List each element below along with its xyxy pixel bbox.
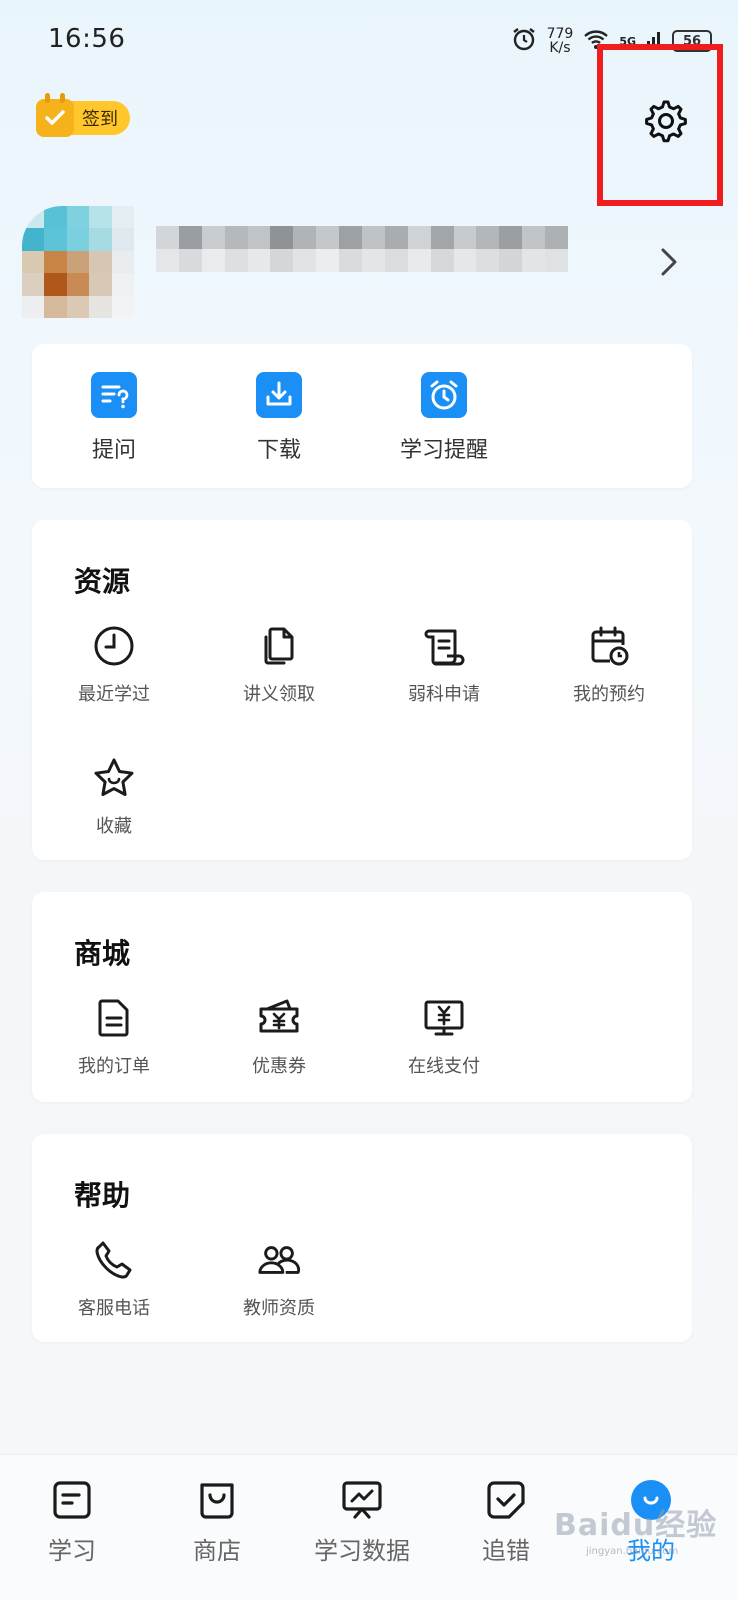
mall-card: 商城 我的订单 优惠券 在线支付 [32, 892, 692, 1102]
calendar-clock-icon [587, 624, 631, 668]
avatar [22, 206, 134, 318]
alarm-icon [511, 26, 537, 56]
nav-study[interactable]: 学习 [7, 1477, 137, 1566]
watermark-url: jingyan.baidu.com [586, 1546, 679, 1557]
nav-study-data[interactable]: 学习数据 [297, 1477, 427, 1566]
my-orders-label: 我的订单 [78, 1056, 150, 1077]
speed-unit: K/s [549, 40, 571, 56]
service-phone-button[interactable]: 客服电话 [49, 1238, 179, 1320]
handouts-label: 讲义领取 [243, 684, 315, 705]
help-title: 帮助 [74, 1179, 131, 1212]
nav-track-mistakes-label: 追错 [482, 1537, 530, 1565]
teacher-qualification-button[interactable]: 教师资质 [214, 1238, 344, 1320]
quick-actions-card: 提问 下载 学习提醒 [32, 344, 692, 488]
calendar-check-icon [36, 93, 74, 137]
recent-studied-button[interactable]: 最近学过 [49, 624, 179, 706]
order-icon [92, 996, 136, 1040]
nav-shop-label: 商店 [193, 1537, 241, 1565]
teacher-qualification-label: 教师资质 [243, 1298, 315, 1319]
question-icon [91, 372, 137, 418]
my-orders-button[interactable]: 我的订单 [49, 996, 179, 1078]
resources-card: 资源 最近学过 讲义领取 弱科申请 我的预约 收藏 [32, 520, 692, 860]
my-appointment-label: 我的预约 [573, 684, 645, 705]
clock-icon [92, 624, 136, 668]
chevron-right-icon[interactable] [654, 246, 682, 278]
network-speed: 779 K/s [547, 27, 574, 55]
documents-icon [257, 624, 301, 668]
weak-subject-label: 弱科申请 [408, 684, 480, 705]
battery-indicator: 56 [672, 30, 712, 52]
study-icon [49, 1477, 95, 1523]
teachers-icon [257, 1238, 301, 1282]
download-label: 下载 [256, 438, 301, 463]
status-icons: 779 K/s 5G 56 [511, 26, 712, 56]
coupons-label: 优惠券 [252, 1056, 306, 1077]
status-bar: 16:56 779 K/s 5G 56 [0, 0, 738, 86]
profile-row[interactable] [22, 200, 712, 320]
data-chart-icon [339, 1477, 385, 1523]
shop-bag-icon [194, 1477, 240, 1523]
online-payment-icon [422, 996, 466, 1040]
watermark: Baidu经验 [554, 1508, 718, 1543]
username-redacted [156, 226, 568, 272]
online-payment-button[interactable]: 在线支付 [379, 996, 509, 1078]
question-button[interactable]: 提问 [49, 372, 179, 464]
recent-studied-label: 最近学过 [78, 684, 150, 705]
wifi-icon [583, 28, 609, 54]
favorites-label: 收藏 [96, 816, 132, 837]
download-button[interactable]: 下载 [214, 372, 344, 464]
gear-icon [642, 96, 690, 148]
resources-title: 资源 [74, 565, 131, 598]
favorites-button[interactable]: 收藏 [49, 756, 179, 838]
weak-subject-button[interactable]: 弱科申请 [379, 624, 509, 706]
nav-track-mistakes[interactable]: 追错 [441, 1477, 571, 1566]
my-appointment-button[interactable]: 我的预约 [544, 624, 674, 706]
download-icon [256, 372, 302, 418]
check-mistakes-icon [483, 1477, 529, 1523]
coupon-icon [257, 996, 301, 1040]
settings-button[interactable] [636, 94, 696, 150]
alarm-clock-icon [421, 372, 467, 418]
scroll-icon [422, 624, 466, 668]
service-phone-label: 客服电话 [78, 1298, 150, 1319]
star-icon [92, 756, 136, 800]
nav-shop[interactable]: 商店 [152, 1477, 282, 1566]
mall-title: 商城 [74, 937, 131, 970]
study-reminder-button[interactable]: 学习提醒 [379, 372, 509, 464]
online-payment-label: 在线支付 [408, 1056, 480, 1077]
status-time: 16:56 [48, 24, 126, 54]
handouts-button[interactable]: 讲义领取 [214, 624, 344, 706]
signal-icon [646, 29, 662, 53]
phone-icon [92, 1238, 136, 1282]
signin-button[interactable]: 签到 [36, 93, 130, 138]
network-type: 5G [619, 34, 636, 48]
nav-study-label: 学习 [48, 1537, 96, 1565]
help-card: 帮助 客服电话 教师资质 [32, 1134, 692, 1342]
speed-value: 779 [546, 26, 574, 42]
nav-study-data-label: 学习数据 [314, 1537, 410, 1565]
study-reminder-label: 学习提醒 [399, 438, 488, 463]
question-label: 提问 [91, 438, 136, 463]
coupons-button[interactable]: 优惠券 [214, 996, 344, 1078]
